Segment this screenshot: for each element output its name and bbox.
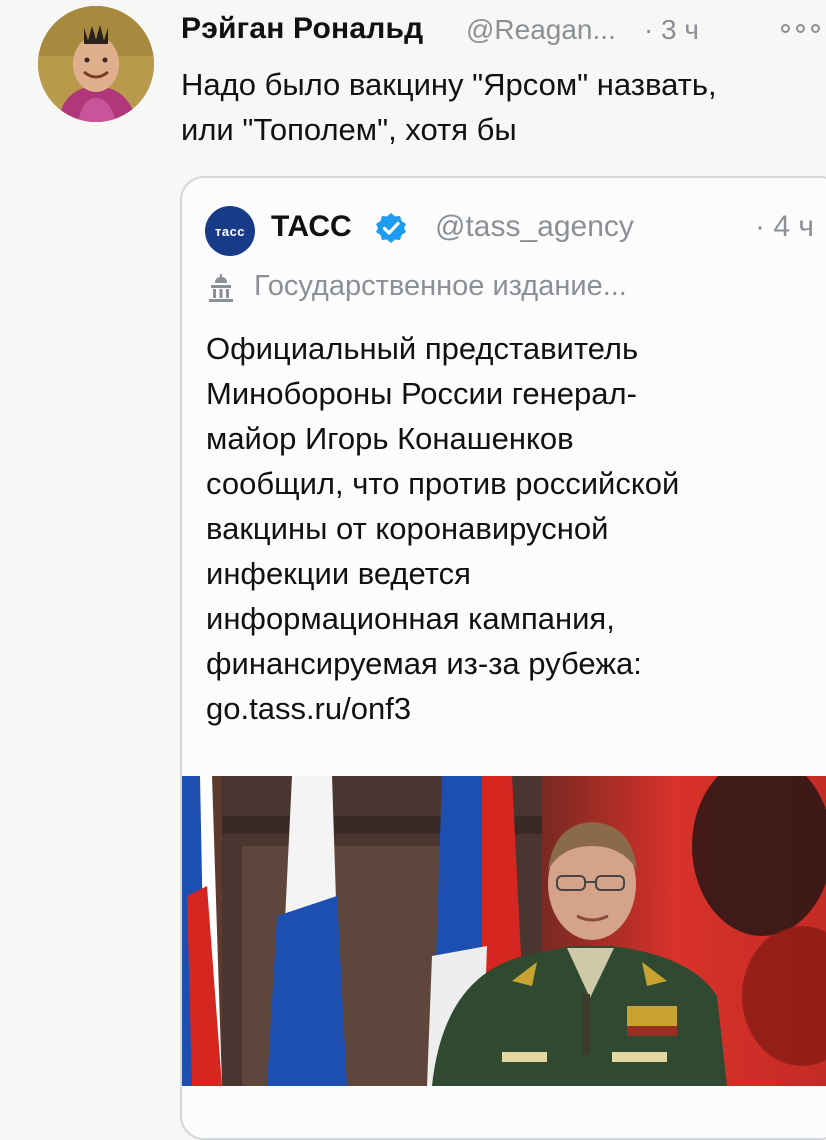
quoted-link[interactable]: go.tass.ru/onf3 bbox=[206, 686, 826, 731]
quoted-tweet-photo[interactable] bbox=[182, 776, 826, 1086]
separator-dot: · bbox=[644, 14, 654, 45]
tass-logo-avatar: тасс bbox=[205, 206, 255, 256]
tweet-text-line: или "Тополем", хотя бы bbox=[181, 112, 517, 147]
tweet-text: Надо было вакцину "Ярсом" назвать, или "… bbox=[181, 62, 821, 152]
quoted-text-line: Официальный представитель bbox=[206, 331, 639, 366]
quoted-text-line: вакцины от коронавирусной bbox=[206, 511, 609, 546]
quoted-tweet-time: · 4 ч bbox=[755, 210, 814, 243]
quoted-text-line: майор Игорь Конашенков bbox=[206, 421, 574, 456]
quoted-text-line: финансируемая из-за рубежа: bbox=[206, 646, 642, 681]
quoted-text-line: информационная кампания, bbox=[206, 601, 615, 636]
quoted-tweet-header: тасс ТАСС @tass_agency · 4 ч bbox=[205, 204, 826, 256]
author-handle[interactable]: @Reagan... bbox=[466, 14, 616, 46]
verified-badge-icon bbox=[376, 213, 406, 243]
state-media-label-text: Государственное издание... bbox=[254, 270, 627, 302]
quoted-text-line: Минобороны России генерал- bbox=[206, 376, 637, 411]
quoted-tweet-card[interactable]: тасс ТАСС @tass_agency · 4 ч Государстве… bbox=[180, 176, 826, 1140]
tweet-header: Рэйган Рональд @Reagan... · 3 ч bbox=[181, 12, 826, 56]
tweet-time[interactable]: 3 ч bbox=[661, 14, 699, 46]
government-building-icon bbox=[209, 274, 233, 302]
more-options-icon[interactable] bbox=[779, 18, 825, 42]
state-media-label[interactable]: Государственное издание... bbox=[206, 268, 826, 308]
author-name[interactable]: Рэйган Рональд bbox=[181, 12, 423, 46]
author-avatar-image bbox=[38, 6, 154, 122]
quoted-author-name: ТАСС bbox=[271, 210, 352, 243]
author-avatar[interactable] bbox=[38, 6, 154, 122]
tweet-text-line: Надо было вакцину "Ярсом" назвать, bbox=[181, 67, 717, 102]
quoted-author-handle: @tass_agency bbox=[435, 210, 634, 243]
quoted-text-line: сообщил, что против российской bbox=[206, 466, 680, 501]
quoted-tweet-text: Официальный представитель Минобороны Рос… bbox=[206, 326, 826, 731]
quoted-text-line: инфекции ведется bbox=[206, 556, 471, 591]
official-briefing-photo bbox=[182, 776, 826, 1086]
